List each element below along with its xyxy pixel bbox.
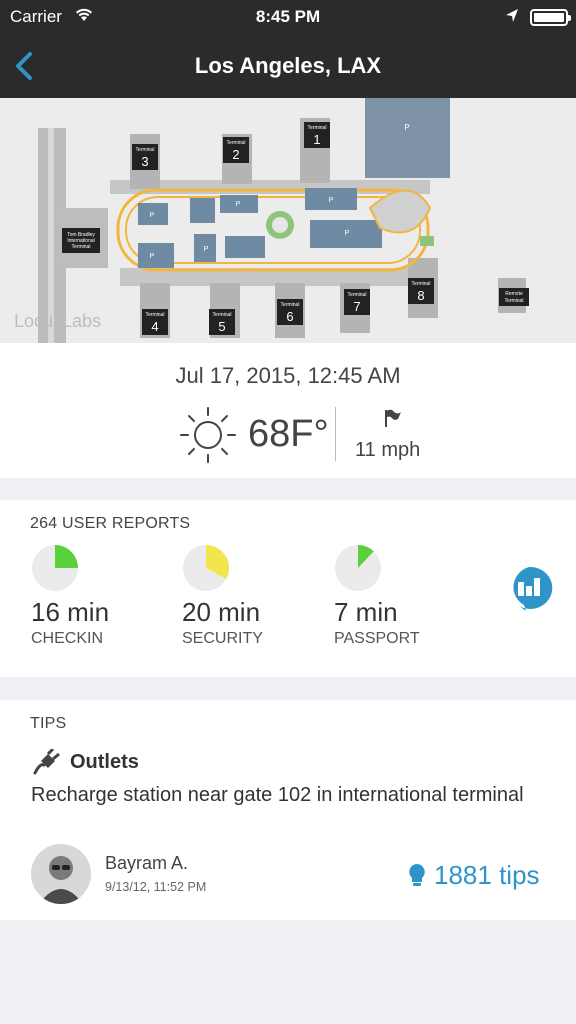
tip-category: Outlets: [70, 751, 139, 773]
terminal-number-label: 4: [151, 319, 158, 334]
user-reports-card: 264 USER REPORTS 16 min CHECKIN 20 min S…: [0, 500, 576, 677]
locuslabs-logo: LocusLabs: [14, 311, 101, 331]
pie-slice: [55, 545, 78, 568]
checkin-label: CHECKIN: [31, 630, 104, 647]
terminal-number-label: 8: [417, 288, 424, 303]
svg-text:P: P: [345, 230, 350, 237]
tips-count: 1881 tips: [434, 860, 540, 890]
svg-text:P: P: [150, 212, 155, 219]
wind-speed: 11 mph: [355, 439, 421, 461]
airport-map[interactable]: P PPP PPP Tom Bradley International Term…: [0, 98, 576, 343]
terminal-prefix-label: Terminal: [412, 281, 431, 287]
svg-text:P: P: [404, 123, 409, 132]
security-pie: [183, 545, 230, 591]
plug-icon: [32, 747, 60, 780]
svg-text:P: P: [236, 201, 241, 208]
checkin-pie: [32, 545, 78, 591]
tips-heading: TIPS: [30, 715, 67, 732]
sun-icon: [178, 405, 238, 470]
passport-pie: [335, 545, 381, 591]
terminal-number-label: 5: [218, 319, 225, 334]
tip-author[interactable]: Bayram A.: [105, 853, 188, 874]
security-minutes: 20 min: [182, 597, 261, 627]
forecast-datetime: Jul 17, 2015, 12:45 AM: [175, 363, 401, 388]
tip-timestamp: 9/13/12, 11:52 PM: [105, 880, 207, 894]
terminal-prefix-label: Terminal: [281, 302, 300, 308]
add-report-button[interactable]: [504, 564, 554, 614]
svg-text:P: P: [329, 197, 334, 204]
tip-text: Recharge station near gate 102 in intern…: [31, 784, 524, 806]
terminal-prefix-label: Terminal: [136, 147, 155, 153]
weather-card: Jul 17, 2015, 12:45 AM 68F° 11 mph: [0, 343, 576, 478]
terminal-prefix-label: Terminal: [213, 312, 232, 318]
tips-card: TIPS Outlets Recharge station near gate …: [0, 700, 576, 920]
svg-text:P: P: [204, 246, 209, 253]
terminal-prefix-label: Terminal: [308, 125, 327, 131]
terminal-prefix-label: Terminal: [348, 292, 367, 298]
avatar[interactable]: [31, 844, 91, 904]
remote-terminal-label-2: Terminal: [505, 298, 524, 304]
status-bar: Carrier 8:45 PM: [0, 0, 576, 36]
terminal-number-label: 1: [313, 132, 320, 147]
international-terminal-label-3: Terminal: [72, 244, 91, 250]
security-label: SECURITY: [182, 630, 263, 647]
lightbulb-icon: [408, 863, 426, 894]
remote-terminal-label-1: Remote: [505, 291, 523, 297]
weather-divider: [335, 407, 336, 461]
terminal-number-label: 7: [353, 299, 360, 314]
passport-minutes: 7 min: [334, 597, 398, 627]
terminal-prefix-label: Terminal: [227, 140, 246, 146]
terminal-prefix-label: Terminal: [146, 312, 165, 318]
location-arrow-icon: [505, 8, 519, 29]
page-title: Los Angeles, LAX: [194, 53, 382, 78]
svg-text:P: P: [150, 253, 155, 260]
status-time: 8:45 PM: [255, 7, 321, 26]
battery-icon: [530, 9, 571, 26]
passport-label: PASSPORT: [334, 630, 420, 647]
temperature: 68F°: [248, 413, 329, 455]
flag-icon: [383, 408, 403, 433]
chart-bubble-icon: [504, 566, 554, 618]
reports-heading: 264 USER REPORTS: [30, 515, 191, 532]
navigation-bar: Los Angeles, LAX: [0, 36, 576, 98]
checkin-minutes: 16 min: [31, 597, 110, 627]
terminal-number-label: 3: [141, 154, 148, 169]
terminal-number-label: 2: [232, 147, 239, 162]
terminal-number-label: 6: [286, 309, 293, 324]
